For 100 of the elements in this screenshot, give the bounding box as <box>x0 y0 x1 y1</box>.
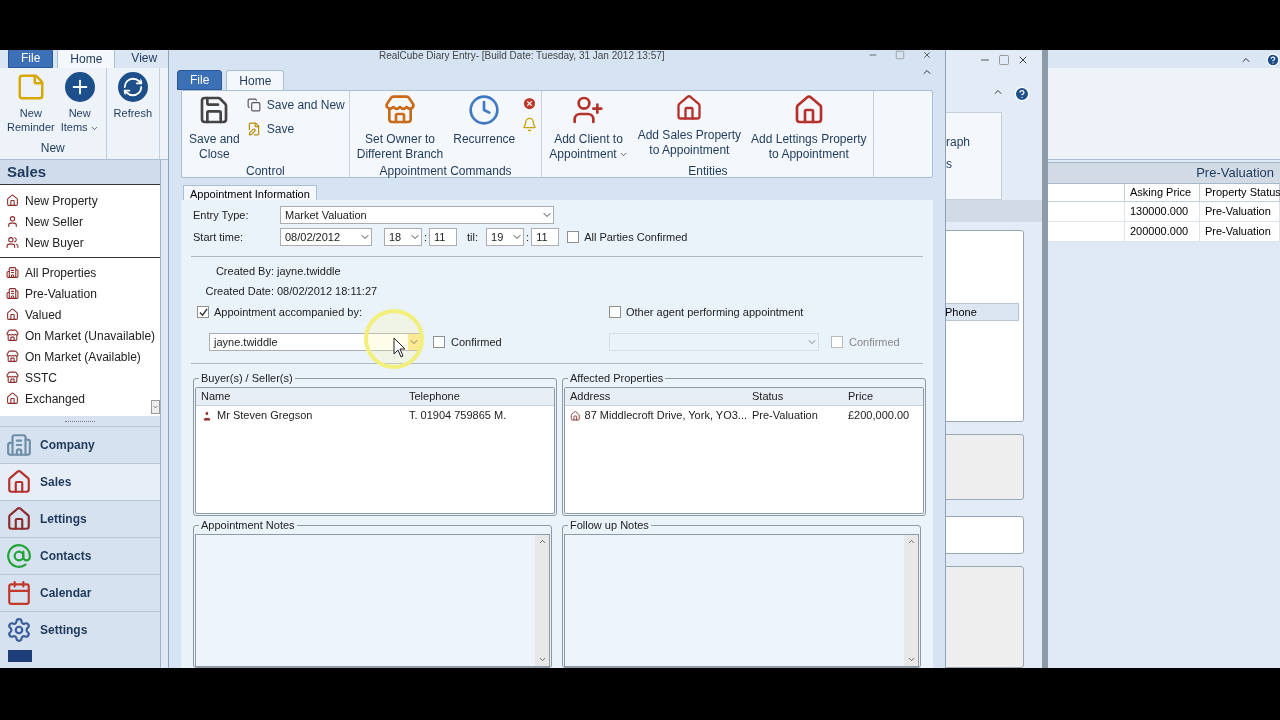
field-label: Start time: <box>193 229 245 245</box>
table-cell-text: T. 01904 759865 M. <box>409 408 507 424</box>
ribbon-button[interactable]: Add Sales Property to Appointment <box>634 94 745 158</box>
sidebar-item[interactable]: On Market (Available) <box>0 346 143 367</box>
nav-icon <box>6 432 32 458</box>
sidebar-title: Sales <box>0 160 160 184</box>
column-header[interactable]: Price <box>843 387 923 405</box>
table-cell-text: 87 Middlecroft Drive, York, YO3... <box>584 408 747 424</box>
entry-type-select[interactable]: Market Valuation <box>280 206 554 224</box>
icon-button[interactable] <box>522 96 538 111</box>
checkbox-label: Other agent performing appointment <box>626 304 804 320</box>
file-menu-button[interactable]: File <box>8 50 54 68</box>
ribbon-button[interactable]: Add Client to Appointment <box>546 94 631 162</box>
ribbon-button[interactable]: Save <box>246 120 345 138</box>
icon-button[interactable] <box>522 117 538 132</box>
ribbon-button[interactable]: Save and New <box>246 96 345 114</box>
scroll-down-icon[interactable] <box>151 400 160 414</box>
table-cell-text: Mr Steven Gregson <box>217 408 313 424</box>
column-header[interactable]: Address <box>565 387 747 405</box>
checkbox-label: Appointment accompanied by: <box>214 304 362 320</box>
group-title: Buyer(s) / Seller(s) <box>200 371 294 386</box>
maximize-icon[interactable] <box>895 50 905 60</box>
nav-icon <box>6 543 32 569</box>
field-label: Created Date: <box>204 283 274 299</box>
ribbon-button[interactable]: Save and Close <box>186 94 243 162</box>
copy-icon <box>246 98 261 112</box>
sidebar-item[interactable]: New Property <box>0 190 100 211</box>
sidebar-item[interactable]: SSTC <box>0 367 59 388</box>
checkbox-label: Confirmed <box>848 334 900 350</box>
refresh-icon <box>117 72 148 102</box>
window-title: RealCube Diary Entry- [Build Date: Tuesday, 31 Jan 2012 13:57] <box>379 50 665 62</box>
ribbon-button[interactable]: Refresh <box>110 72 156 120</box>
bell-icon <box>522 117 538 132</box>
ribbon-button[interactable]: New Items <box>57 72 102 134</box>
column-header[interactable]: Status <box>747 387 843 405</box>
column-header[interactable]: Telephone <box>404 387 554 405</box>
minute-field[interactable]: 11 <box>429 228 458 246</box>
sidebar-item[interactable]: New Buyer <box>0 232 86 253</box>
agent-select[interactable]: jayne.twiddle <box>209 333 421 351</box>
sidebar-item[interactable]: Pre-Valuation <box>0 283 99 304</box>
table-cell-text: £200,000.00 <box>848 408 910 424</box>
ribbon-button[interactable]: Set Owner to Different Branch <box>353 94 447 162</box>
person-plus-icon <box>572 94 605 126</box>
cursor-highlight-icon <box>363 308 425 370</box>
checkbox[interactable] <box>567 231 580 243</box>
nav-button[interactable]: Sales <box>0 463 160 500</box>
ribbon-button[interactable]: New Reminder <box>4 72 58 134</box>
scroll-down-icon[interactable] <box>906 655 916 664</box>
table-cell: Pre-Valuation <box>1200 222 1280 241</box>
person-icon <box>201 409 213 422</box>
table-cell: Pre-Valuation <box>1200 202 1280 221</box>
hour-select[interactable]: 18 <box>384 228 422 246</box>
edit-icon <box>246 122 261 136</box>
close-icon[interactable] <box>921 50 933 60</box>
scroll-down-icon[interactable] <box>537 655 547 664</box>
ribbon-button[interactable]: Add Lettings Property to Appointment <box>748 94 870 162</box>
ribbon-tab[interactable]: View <box>119 50 170 68</box>
ribbon-group-label: Control <box>246 163 285 180</box>
sidebar-item[interactable]: All Properties <box>0 262 99 283</box>
column-header[interactable]: Property Status <box>1200 184 1280 201</box>
hour-select[interactable]: 19 <box>486 228 525 246</box>
help-icon[interactable] <box>1266 53 1280 67</box>
checkbox[interactable] <box>433 336 445 348</box>
checkbox-label: All Parties Confirmed <box>583 229 688 245</box>
date-select[interactable]: 08/02/2012 <box>280 228 372 246</box>
minute-field[interactable]: 11 <box>531 228 560 246</box>
ribbon-tab[interactable]: Home <box>226 70 285 90</box>
clock-icon <box>468 94 501 126</box>
file-menu-button[interactable]: File <box>177 70 223 90</box>
sidebar-item[interactable]: Exchanged <box>0 388 88 409</box>
field-label: Entry Type: <box>193 207 250 223</box>
ribbon-group-label: New <box>40 140 65 157</box>
ribbon-button[interactable]: s <box>946 155 1001 173</box>
time-separator: : <box>525 229 531 245</box>
column-header[interactable]: Asking Price <box>1125 184 1200 201</box>
nav-icon <box>6 617 32 643</box>
time-separator: : <box>423 229 429 245</box>
group-title: Appointment Notes <box>200 518 296 533</box>
shop-icon <box>384 94 416 126</box>
field-value: jayne.twiddle <box>275 264 341 279</box>
house-plus-icon <box>675 94 704 122</box>
maximize-icon[interactable] <box>998 54 1010 66</box>
ribbon-button[interactable]: raph <box>946 133 1001 151</box>
sidebar-item[interactable]: Valued <box>0 304 64 325</box>
nav-icon <box>6 580 32 606</box>
table-cell: 200000.000 <box>1125 222 1200 241</box>
delete-icon <box>522 96 538 111</box>
field-label: til: <box>466 229 480 245</box>
field-label: Created By: <box>214 264 274 279</box>
help-icon[interactable] <box>1014 86 1030 102</box>
sidebar-item[interactable]: On Market (Unavailable) <box>0 325 158 346</box>
column-header[interactable]: Name <box>196 387 404 405</box>
sidebar-item[interactable]: New Seller <box>0 211 86 232</box>
ribbon-button[interactable]: Recurrence <box>450 94 519 147</box>
group-title: Affected Properties <box>569 371 665 386</box>
field-value: 08/02/2012 18:11:27 <box>276 283 378 299</box>
ribbon-tab[interactable]: Home <box>57 50 116 68</box>
checkbox-label: Confirmed <box>450 334 502 350</box>
nav-icon <box>6 506 32 532</box>
checkbox[interactable] <box>197 306 209 318</box>
